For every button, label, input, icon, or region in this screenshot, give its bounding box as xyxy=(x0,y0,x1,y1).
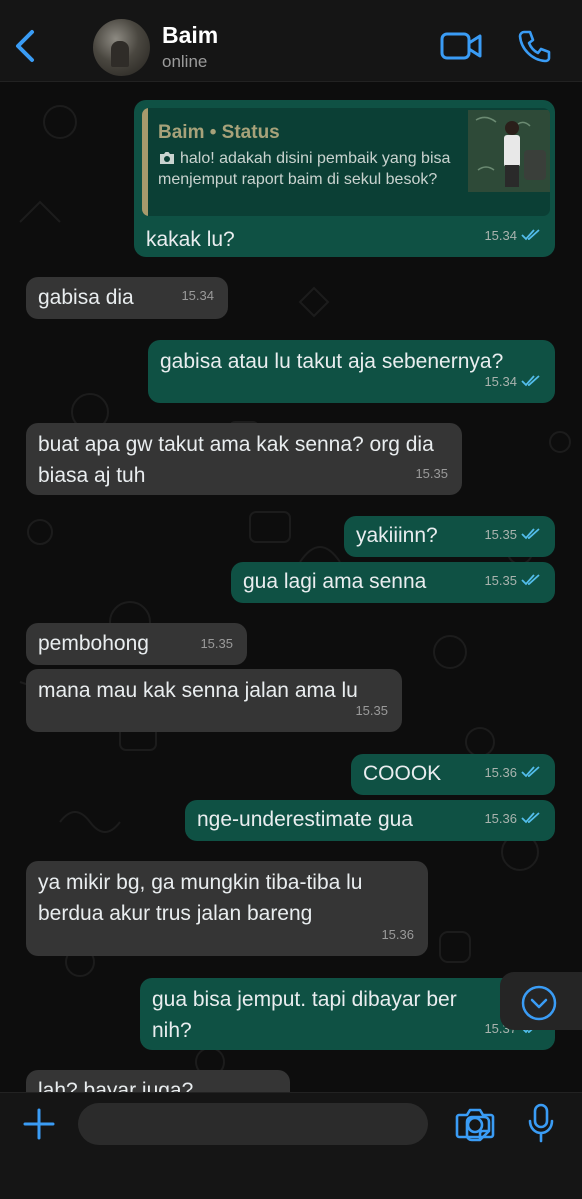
quote-text-body: halo! adakah disini pembaik yang bisa me… xyxy=(158,150,451,188)
message-timestamp: 15.36 xyxy=(381,927,414,942)
message-input-bar xyxy=(0,1092,582,1199)
message-timestamp: 15.36 xyxy=(484,765,517,780)
message-timestamp: 15.34 xyxy=(484,374,517,389)
chat-area[interactable]: Baim • Status halo! adakah disini pembai… xyxy=(0,82,582,1092)
microphone-icon[interactable] xyxy=(527,1103,555,1143)
message-bubble-incoming[interactable]: lah? bayar juga? xyxy=(26,1070,290,1092)
message-text: gua bisa jemput. tapi dibayar ber nih? xyxy=(152,988,463,1042)
message-timestamp: 15.35 xyxy=(355,703,388,718)
message-text: ya mikir bg, ga mungkin tiba-tiba lu ber… xyxy=(38,871,369,925)
quoted-status-reply[interactable]: Baim • Status halo! adakah disini pembai… xyxy=(142,108,550,216)
message-text: mana mau kak senna jalan ama lu xyxy=(38,679,358,702)
message-input[interactable] xyxy=(92,1103,382,1145)
message-bubble-incoming[interactable]: buat apa gw takut ama kak senna? org dia… xyxy=(26,423,462,495)
contact-name[interactable]: Baim xyxy=(162,22,218,49)
message-bubble-outgoing[interactable]: nge-underestimate gua 15.36 xyxy=(185,800,555,841)
message-bubble-outgoing[interactable]: yakiiinn? 15.35 xyxy=(344,516,555,557)
camera-icon[interactable] xyxy=(455,1107,495,1139)
message-bubble-incoming[interactable]: mana mau kak senna jalan ama lu 15.35 xyxy=(26,669,402,732)
check-double-icon xyxy=(521,574,540,586)
back-chevron-icon[interactable] xyxy=(10,28,40,64)
check-double-icon xyxy=(521,375,540,387)
quote-author: Baim • Status xyxy=(158,122,280,143)
message-text: buat apa gw takut ama kak senna? org dia… xyxy=(38,433,440,487)
message-time: 15.34 xyxy=(484,366,541,397)
message-bubble-outgoing[interactable]: gua lagi ama senna 15.35 xyxy=(231,562,555,603)
contact-status: online xyxy=(162,52,208,71)
message-timestamp: 15.34 xyxy=(484,228,517,243)
plus-icon[interactable] xyxy=(22,1107,56,1141)
scroll-to-bottom-button[interactable] xyxy=(500,972,582,1030)
camera-icon xyxy=(160,152,174,164)
message-time: 15.34 xyxy=(484,220,541,251)
message-timestamp: 15.35 xyxy=(200,636,233,651)
phone-icon[interactable] xyxy=(518,29,552,63)
check-double-icon xyxy=(521,812,540,824)
message-bubble-incoming[interactable]: gabisa dia 15.34 xyxy=(26,277,228,319)
message-text: lah? bayar juga? xyxy=(38,1079,194,1092)
message-bubble-incoming[interactable]: ya mikir bg, ga mungkin tiba-tiba lu ber… xyxy=(26,861,428,956)
message-timestamp: 15.35 xyxy=(415,466,448,481)
message-time: 15.35 xyxy=(484,565,541,596)
check-double-icon xyxy=(521,229,540,241)
quote-text: halo! adakah disini pembaik yang bisa me… xyxy=(158,148,458,190)
message-bubble-outgoing[interactable]: gua bisa jemput. tapi dibayar ber nih? 1… xyxy=(140,978,555,1050)
message-field[interactable] xyxy=(78,1103,491,1145)
message-timestamp: 15.34 xyxy=(181,288,214,303)
message-timestamp: 15.35 xyxy=(484,527,517,542)
message-timestamp: 15.35 xyxy=(484,573,517,588)
status-thumbnail-image xyxy=(468,110,550,192)
message-bubble-incoming[interactable]: pembohong 15.35 xyxy=(26,623,247,665)
message-time: 15.35 xyxy=(484,519,541,550)
message-time: 15.36 xyxy=(484,803,541,834)
chat-header: Baim online xyxy=(0,0,582,82)
check-double-icon xyxy=(521,766,540,778)
status-thumbnail xyxy=(468,110,550,192)
avatar[interactable] xyxy=(93,19,150,76)
quote-accent-bar xyxy=(142,108,148,216)
message-bubble-outgoing[interactable]: Baim • Status halo! adakah disini pembai… xyxy=(134,100,555,257)
chevron-down-icon xyxy=(521,985,557,1021)
message-bubble-outgoing[interactable]: gabisa atau lu takut aja sebenernya? 15.… xyxy=(148,340,555,403)
check-double-icon xyxy=(521,528,540,540)
message-bubble-outgoing[interactable]: COOOK 15.36 xyxy=(351,754,555,795)
message-timestamp: 15.36 xyxy=(484,811,517,826)
message-text: kakak lu? xyxy=(146,228,235,251)
video-call-icon[interactable] xyxy=(440,31,482,61)
message-time: 15.36 xyxy=(484,757,541,788)
